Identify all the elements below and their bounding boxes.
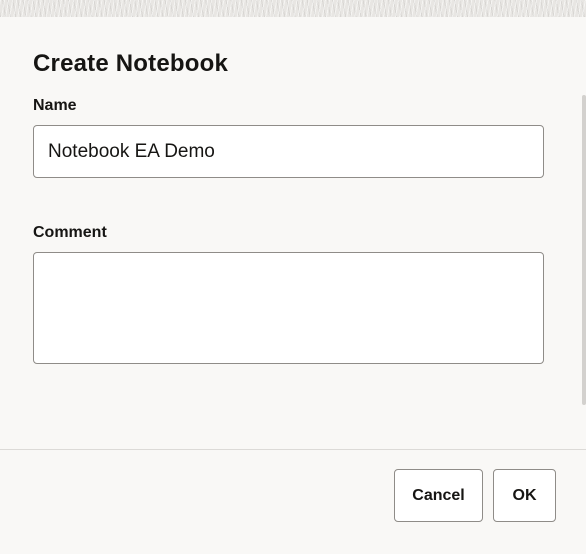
comment-label: Comment bbox=[33, 224, 107, 241]
footer-divider bbox=[0, 449, 586, 450]
dialog-scrollbar[interactable] bbox=[582, 95, 586, 405]
comment-textarea[interactable] bbox=[33, 252, 544, 364]
name-input[interactable] bbox=[33, 125, 544, 178]
ok-button[interactable]: OK bbox=[493, 469, 556, 522]
background-pattern-strip bbox=[0, 0, 586, 17]
name-label: Name bbox=[33, 97, 77, 114]
dialog-title: Create Notebook bbox=[33, 50, 229, 77]
cancel-button[interactable]: Cancel bbox=[394, 469, 483, 522]
create-notebook-dialog: Create Notebook Name Comment Cancel OK bbox=[0, 17, 586, 554]
